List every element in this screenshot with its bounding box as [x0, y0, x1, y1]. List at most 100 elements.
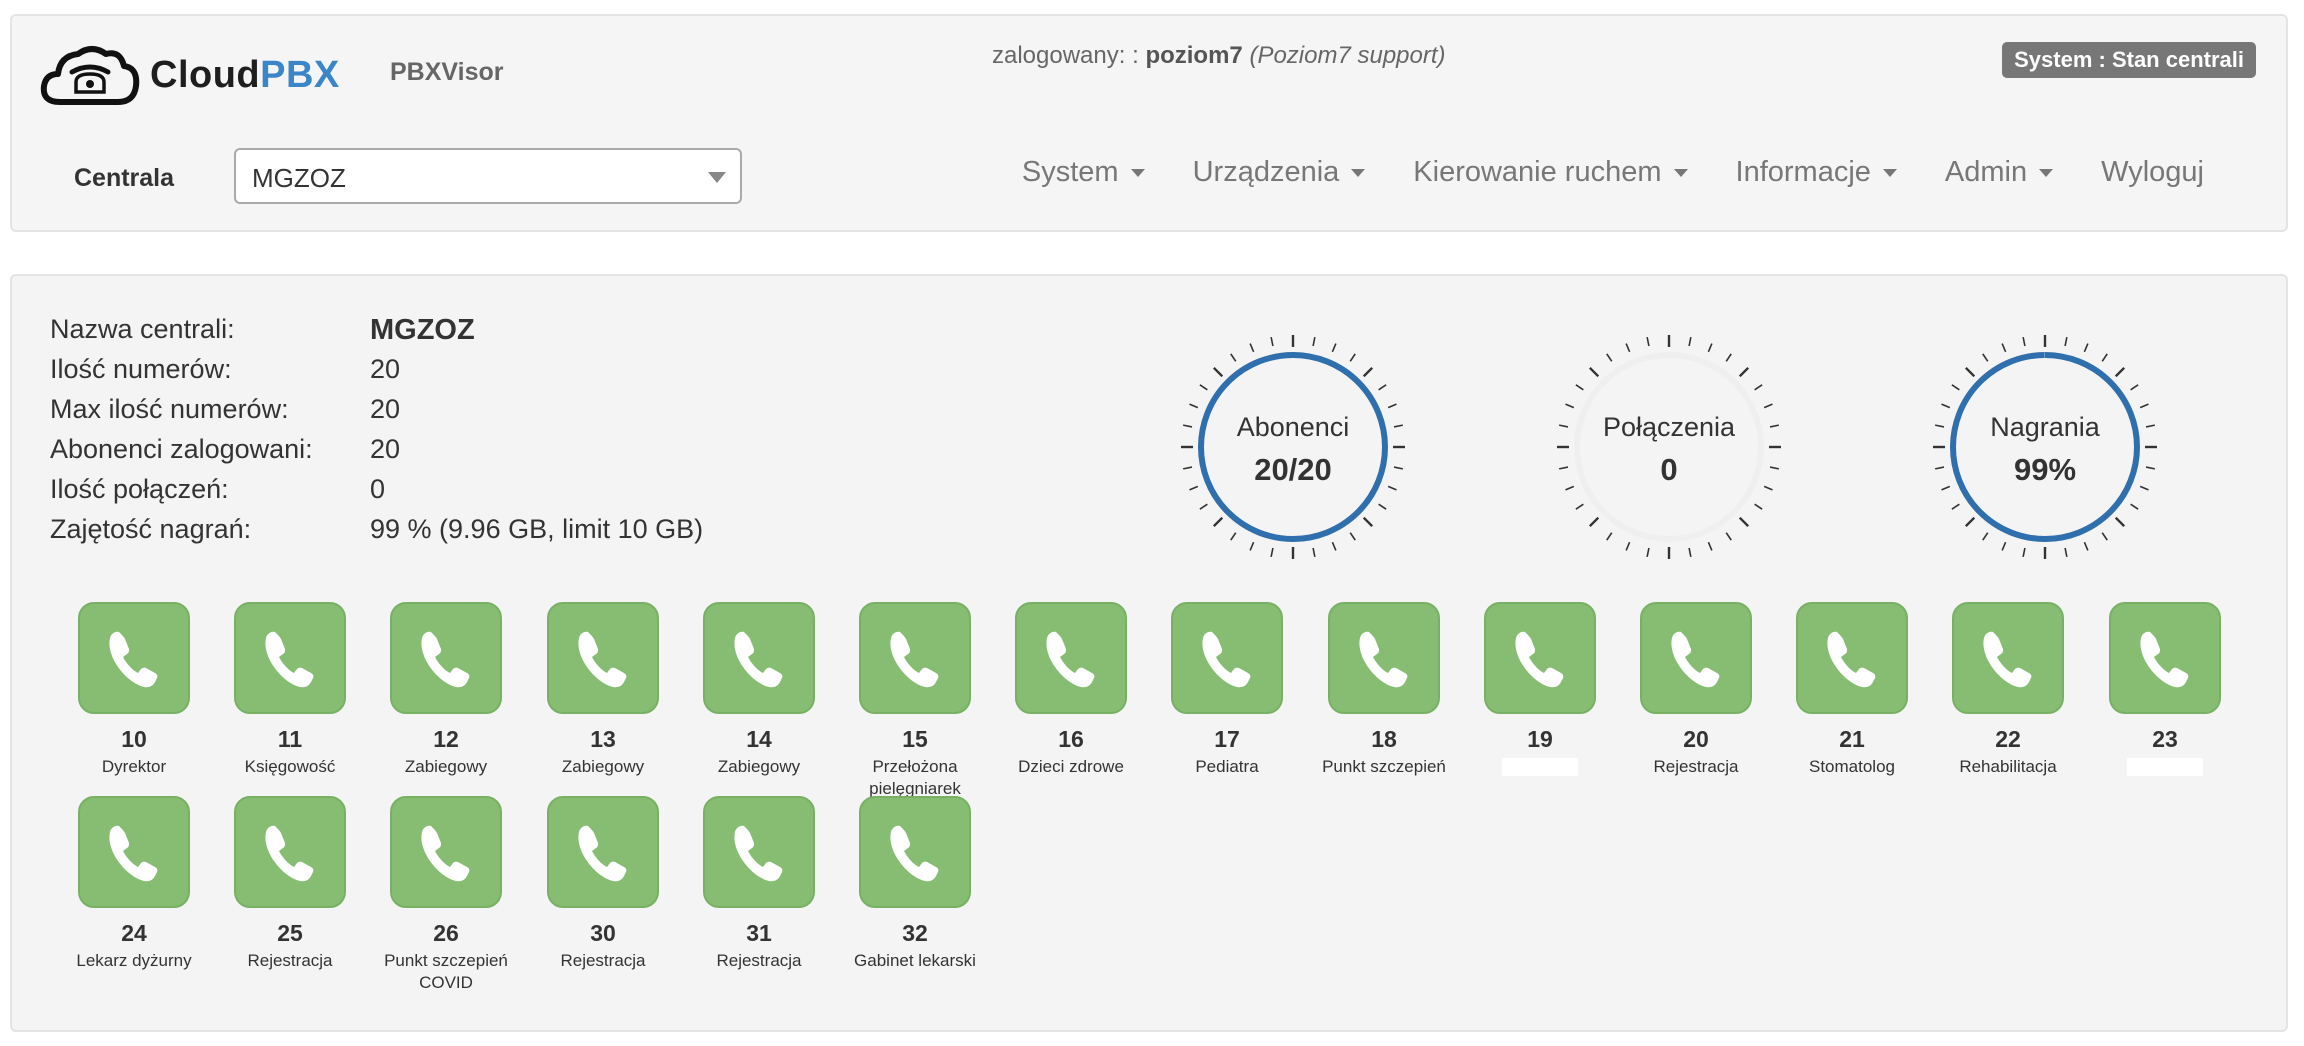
nav-informacje-label: Informacje	[1735, 156, 1871, 188]
info-key: Ilość połączeń:	[50, 474, 229, 504]
extension-name: Punkt szczepień COVID	[384, 951, 508, 992]
extension-name: Lekarz dyżurny	[76, 951, 192, 970]
extension-name: Rejestracja	[560, 951, 646, 970]
phone-icon[interactable]	[78, 796, 190, 908]
gauge-tick	[1738, 366, 1750, 378]
gauge-tick	[2101, 353, 2108, 362]
nav-urzadzenia-label: Urządzenia	[1192, 156, 1340, 188]
phone-icon[interactable]	[78, 602, 190, 714]
phone-icon[interactable]	[1640, 602, 1752, 714]
phone-icon[interactable]	[234, 602, 346, 714]
extension-number: 21	[1839, 726, 1865, 752]
info-key: Nazwa centrali:	[50, 314, 235, 344]
phone-icon[interactable]	[703, 602, 815, 714]
gauge-nagrania: Nagrania 99%	[1930, 332, 2160, 562]
gauge-value: 0	[1660, 452, 1678, 487]
nav-wyloguj[interactable]: Wyloguj	[2101, 156, 2204, 189]
phone-icon[interactable]	[390, 796, 502, 908]
phone-icon[interactable]	[1015, 602, 1127, 714]
gauge-tick	[1575, 384, 1584, 391]
gauge-tick	[1249, 343, 1255, 353]
gauge-tick	[2101, 532, 2108, 541]
phone-icon[interactable]	[1952, 602, 2064, 714]
phone-icon[interactable]	[390, 602, 502, 714]
status-badge: System : Stan centrali	[2002, 42, 2256, 78]
extension-number: 24	[121, 920, 147, 946]
extension-number: 14	[746, 726, 772, 752]
phone-icon[interactable]	[1796, 602, 1908, 714]
gauge-tick	[1387, 403, 1397, 409]
gauge-tick	[2114, 366, 2126, 378]
gauge-tick	[1763, 403, 1773, 409]
extension-name: Dzieci zdrowe	[1018, 757, 1124, 776]
phone-icon[interactable]	[234, 796, 346, 908]
phone-icon[interactable]	[547, 602, 659, 714]
phone-icon[interactable]	[859, 796, 971, 908]
nav-urzadzenia[interactable]: Urządzenia	[1193, 156, 1366, 189]
gauge-tick	[1951, 384, 1960, 391]
caret-down-icon	[1130, 168, 1145, 177]
extension-name: Pediatra	[1195, 757, 1259, 776]
phone-icon[interactable]	[547, 796, 659, 908]
gauge-tick	[1312, 547, 1316, 558]
extension-number: 17	[1214, 726, 1240, 752]
login-info: zalogowany: : poziom7 (Poziom7 support)	[992, 42, 1446, 70]
nav-system-label: System	[1021, 156, 1119, 188]
gauge-tick	[1625, 541, 1631, 551]
phone-icon[interactable]	[2109, 602, 2221, 714]
gauge-tick	[1754, 503, 1763, 510]
gauge-dial	[1181, 335, 1405, 559]
extension-name: Księgowość	[244, 757, 336, 776]
centrala-select[interactable]: MGZOZ	[234, 148, 742, 204]
gauge-tick	[1964, 516, 1976, 528]
gauge-tick	[1688, 547, 1692, 558]
gauge-tick	[1941, 403, 1951, 409]
info-key: Ilość numerów:	[50, 354, 232, 384]
extension-name: Rejestracja	[716, 951, 802, 970]
extension-name: Dyrektor	[101, 757, 167, 776]
extension-number: 32	[902, 920, 928, 946]
gauge-tick	[1362, 516, 1374, 528]
phone-icon[interactable]	[1171, 602, 1283, 714]
phone-icon[interactable]	[1484, 602, 1596, 714]
gauge-tick	[1249, 541, 1255, 551]
gauge-tick	[2083, 343, 2089, 353]
extension-number: 31	[746, 920, 772, 946]
gauge-tick	[1270, 336, 1274, 347]
phone-icon[interactable]	[859, 602, 971, 714]
phone-icon[interactable]	[1328, 602, 1440, 714]
nav-informacje[interactable]: Informacje	[1736, 156, 1897, 189]
info-value: 20	[370, 394, 401, 424]
gauge-tick	[1725, 532, 1732, 541]
extension-number: 10	[121, 726, 147, 752]
caret-down-icon	[2039, 168, 2054, 177]
gauge-tick	[1964, 366, 1976, 378]
gauge-abonenci: Abonenci 20/20	[1178, 332, 1408, 562]
gauge-fill	[1198, 352, 1388, 542]
gauge-tick	[2001, 541, 2007, 551]
gauge-tick	[1230, 532, 1237, 541]
nav-wyloguj-label: Wyloguj	[2101, 156, 2204, 188]
extension-number: 15	[902, 726, 928, 752]
nav-system[interactable]: System	[1022, 156, 1145, 189]
extension-name: Przełożona pielęgniarek	[869, 757, 961, 798]
chevron-down-icon	[708, 172, 726, 183]
gauge-tick	[1646, 336, 1650, 347]
caret-down-icon	[1882, 168, 1897, 177]
gauge-tick	[1270, 547, 1274, 558]
extension-name: Punkt szczepień	[1322, 757, 1446, 776]
extension-name: Stomatolog	[1809, 757, 1895, 776]
gauge-tick	[1725, 353, 1732, 362]
gauge-tick	[2083, 541, 2089, 551]
gauge-tick	[2139, 403, 2149, 409]
gauge-tick	[1331, 541, 1337, 551]
nav-admin[interactable]: Admin	[1945, 156, 2054, 189]
extension-name: Rejestracja	[247, 951, 333, 970]
nav-kierowanie-ruchem[interactable]: Kierowanie ruchem	[1413, 156, 1688, 189]
phone-icon[interactable]	[703, 796, 815, 908]
gauge-tick	[2114, 516, 2126, 528]
gauge-tick	[1688, 336, 1692, 347]
cloudpbx-logo[interactable]: CloudPBX	[40, 42, 340, 122]
gauge-tick	[1982, 532, 1989, 541]
gauge-tick	[1230, 353, 1237, 362]
